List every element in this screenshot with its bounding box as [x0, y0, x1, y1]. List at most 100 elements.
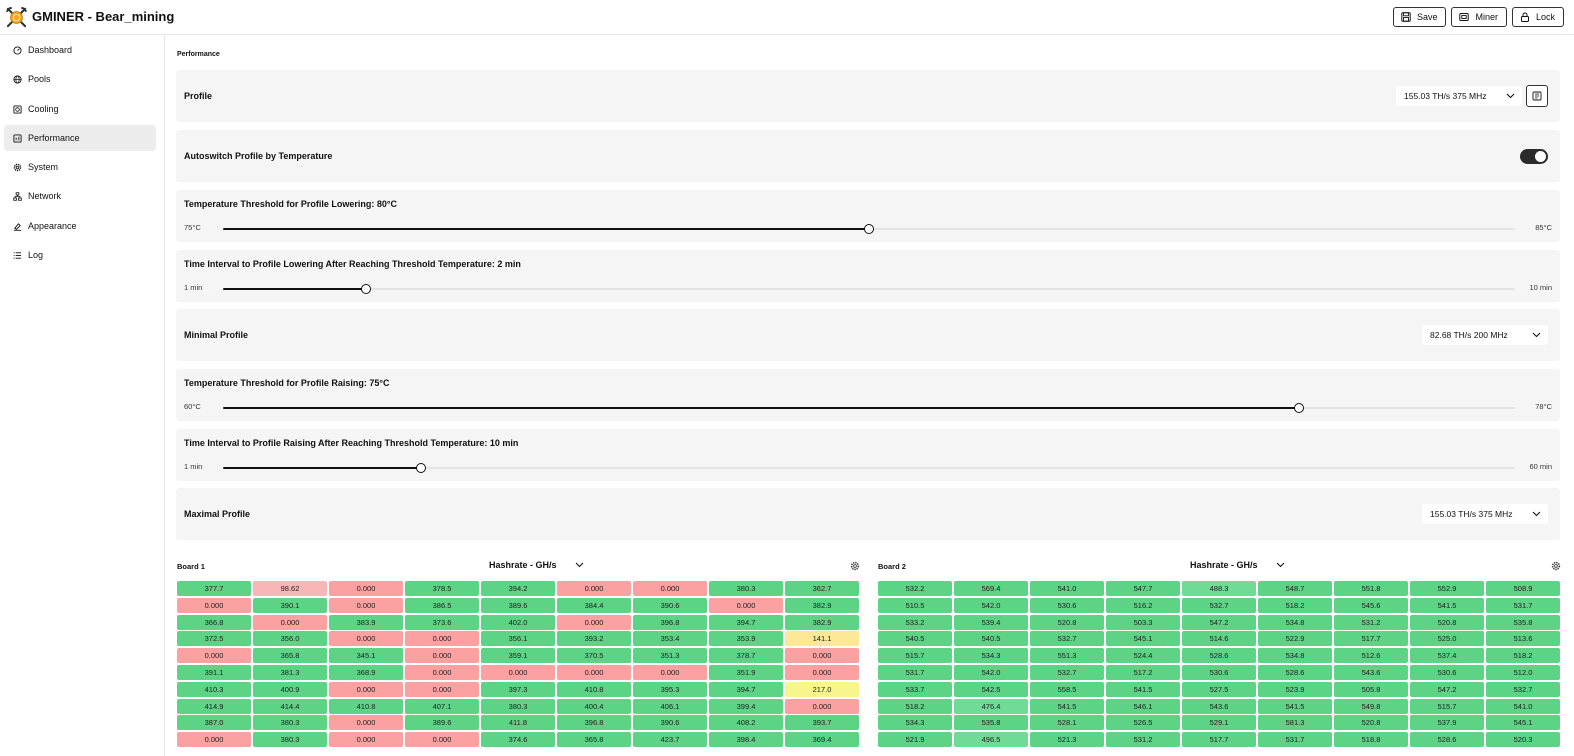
hashrate-cell: 383.9	[329, 614, 403, 630]
board-metric-select[interactable]: Hashrate - GH/s	[489, 560, 557, 570]
hashrate-cell: 368.9	[329, 664, 403, 680]
hashrate-cell: 391.1	[177, 664, 251, 680]
hashrate-cell: 532.7	[1486, 681, 1560, 697]
save-button[interactable]: Save	[1392, 7, 1447, 27]
hashrate-cell: 0.000	[785, 648, 859, 664]
hashrate-cell: 0.000	[405, 664, 479, 680]
hashrate-cell: 542.0	[954, 597, 1028, 613]
sidebar-item-label: Cooling	[28, 104, 59, 114]
temp-raising-slider[interactable]	[223, 403, 1515, 413]
miner-button-label: Miner	[1475, 12, 1498, 22]
slider-thumb[interactable]	[1294, 403, 1305, 413]
hashrate-cell: 410.3	[177, 681, 251, 697]
slider-min-label: 75°C	[184, 223, 201, 232]
time-raising-slider[interactable]	[223, 463, 1515, 473]
sidebar-item-appearance[interactable]: Appearance	[4, 213, 156, 239]
board-metric-select[interactable]: Hashrate - GH/s	[1190, 560, 1258, 570]
hashrate-cell: 521.3	[1030, 732, 1104, 748]
save-button-label: Save	[1416, 12, 1438, 22]
sidebar-item-dashboard[interactable]: Dashboard	[4, 37, 156, 63]
gear-icon[interactable]	[850, 561, 860, 571]
maximal-profile-select[interactable]: 155.03 TH/s 375 MHz	[1422, 504, 1548, 524]
gear-icon	[13, 163, 22, 171]
profile-select-value: 155.03 TH/s 375 MHz	[1404, 91, 1487, 101]
profile-save-button[interactable]	[1526, 85, 1548, 107]
dashboard-icon	[13, 45, 22, 55]
hashrate-cell: 541.0	[1030, 581, 1104, 596]
hashrate-cell: 542.0	[954, 664, 1028, 680]
slider-thumb[interactable]	[864, 224, 874, 234]
hashrate-cell: 505.8	[1334, 681, 1408, 697]
hashrate-cell: 530.6	[1182, 664, 1256, 680]
hashrate-cell: 390.6	[633, 597, 707, 613]
hashrate-cell: 540.5	[954, 631, 1028, 647]
lock-icon	[1520, 12, 1529, 22]
minimal-profile-select[interactable]: 82.68 TH/s 200 MHz	[1422, 325, 1548, 345]
sidebar: Dashboard Pools Cooling Performance Syst…	[0, 35, 165, 756]
slider-fill	[223, 467, 421, 469]
hashrate-cell: 386.5	[405, 597, 479, 613]
hashrate-cell: 520.8	[1030, 614, 1104, 630]
hashrate-cell: 537.4	[1410, 648, 1484, 664]
hashrate-cell: 372.5	[177, 631, 251, 647]
hashrate-cell: 515.7	[878, 648, 952, 664]
hashrate-cell: 528.6	[1182, 648, 1256, 664]
hashrate-cell: 518.2	[1258, 597, 1332, 613]
hashrate-cell: 382.9	[785, 614, 859, 630]
paint-icon	[13, 222, 22, 231]
sidebar-item-cooling[interactable]: Cooling	[4, 96, 156, 122]
hashrate-cell: 399.4	[709, 698, 783, 714]
slider-thumb[interactable]	[361, 284, 372, 294]
gear-icon[interactable]	[1551, 561, 1561, 571]
hashrate-cell: 393.2	[557, 631, 631, 647]
autoswitch-toggle[interactable]	[1520, 149, 1548, 164]
sidebar-item-label: System	[28, 162, 59, 172]
sidebar-item-system[interactable]: System	[4, 154, 156, 180]
chevron-down-icon[interactable]	[1276, 561, 1285, 569]
hashrate-cell: 0.000	[329, 681, 403, 697]
sidebar-item-pools[interactable]: Pools	[4, 66, 156, 92]
profile-select[interactable]: 155.03 TH/s 375 MHz	[1396, 86, 1522, 106]
hashrate-cell: 374.6	[481, 732, 555, 748]
sidebar-item-network[interactable]: Network	[4, 183, 156, 209]
gminer-logo-icon	[6, 7, 27, 28]
hashrate-cell: 0.000	[633, 664, 707, 680]
autoswitch-row: Autoswitch Profile by Temperature	[176, 130, 1560, 182]
toggle-knob	[1535, 151, 1546, 162]
hashrate-cell: 396.8	[557, 715, 631, 731]
lock-button[interactable]: Lock	[1511, 7, 1564, 27]
chevron-down-icon[interactable]	[575, 561, 584, 569]
globe-icon	[13, 74, 22, 84]
hashrate-cell: 540.5	[878, 631, 952, 647]
sidebar-item-log[interactable]: Log	[4, 242, 156, 268]
hashrate-cell: 369.4	[785, 732, 859, 748]
hashrate-cell: 532.2	[878, 581, 952, 596]
slider-thumb[interactable]	[415, 463, 426, 473]
hashrate-cell: 522.9	[1258, 631, 1332, 647]
hashrate-cell: 396.8	[633, 614, 707, 630]
app-title: GMINER - Bear_mining	[32, 9, 175, 24]
minimal-profile-value: 82.68 TH/s 200 MHz	[1430, 330, 1508, 340]
hashrate-cell: 0.000	[557, 581, 631, 596]
temp-raising-label: Temperature Threshold for Profile Raisin…	[184, 378, 390, 388]
hashrate-cell: 400.4	[557, 698, 631, 714]
hashrate-cell: 528.1	[1030, 715, 1104, 731]
hashrate-cell: 98.62	[253, 581, 327, 596]
sidebar-item-performance[interactable]: Performance	[4, 125, 156, 151]
hashrate-cell: 370.5	[557, 648, 631, 664]
slider-max-label: 10 min	[1529, 283, 1552, 292]
time-lowering-slider[interactable]	[223, 284, 1515, 294]
hashrate-cell: 0.000	[329, 715, 403, 731]
hashrate-cell: 381.3	[253, 664, 327, 680]
temp-lowering-slider[interactable]	[223, 224, 1515, 234]
miner-button[interactable]: Miner	[1451, 7, 1507, 27]
hashrate-cell: 541.5	[1030, 698, 1104, 714]
hashrate-cell: 378.5	[405, 581, 479, 596]
maximal-profile-label: Maximal Profile	[184, 509, 251, 519]
hashrate-cell: 488.3	[1182, 581, 1256, 596]
hashrate-cell: 508.9	[1486, 581, 1560, 596]
hashrate-cell: 541.5	[1410, 597, 1484, 613]
hashrate-cell: 362.7	[785, 581, 859, 596]
board-2-hashrate-grid: 532.2 569.4 541.0 547.7 488.3 548.7 551.8 552.9…	[878, 581, 1560, 748]
hashrate-cell: 551.3	[1030, 648, 1104, 664]
